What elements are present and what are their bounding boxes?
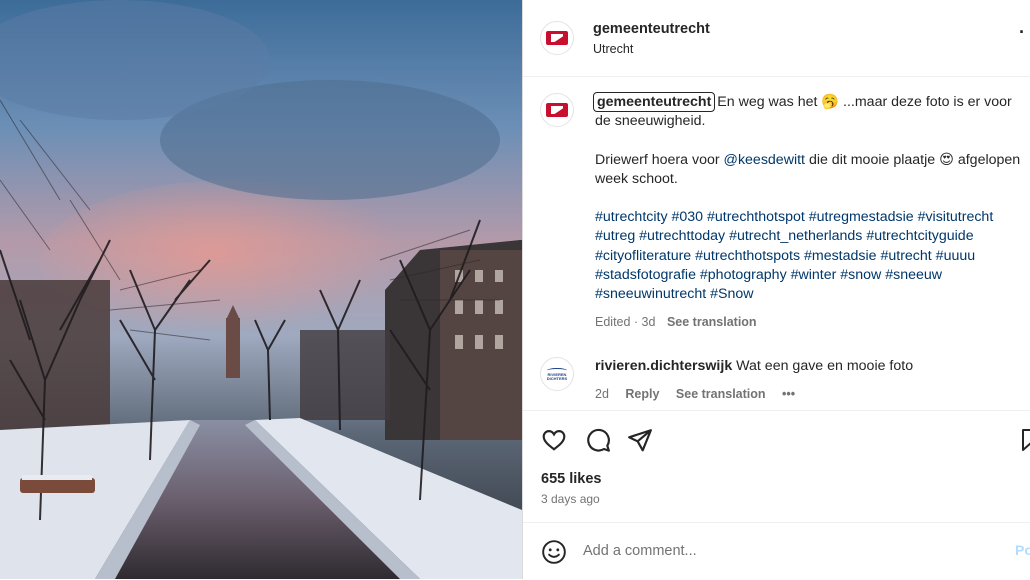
comment-meta: 2d Reply See translation ••• <box>595 387 808 401</box>
hashtags[interactable]: #utrechtcity #030 #utrechthotspot #utreg… <box>595 208 1027 304</box>
mention-link[interactable]: @keesdewitt <box>724 152 805 168</box>
author-avatar[interactable] <box>540 21 574 55</box>
yawning-emoji: 🥱 <box>821 94 840 110</box>
more-options-icon[interactable]: · <box>1019 22 1026 43</box>
edited-label: Edited · 3d <box>595 315 656 329</box>
avatar-line-2: DICHTERS <box>546 375 568 381</box>
post-location[interactable]: Utrecht <box>593 42 633 56</box>
reply-button[interactable]: Reply <box>625 387 659 401</box>
caption-text: gemeenteutrecht En weg was het 🥱 ...maar… <box>592 92 1027 324</box>
post-photo[interactable] <box>0 0 522 579</box>
post-header: gemeenteutrecht Utrecht · <box>523 0 1030 77</box>
commenter-username[interactable]: rivieren.dichterswijk <box>595 358 732 374</box>
comment-see-translation-button[interactable]: See translation <box>676 387 766 401</box>
post-panel: gemeenteutrecht Utrecht · gemeenteutrech… <box>522 0 1030 579</box>
comment-body: Wat een gave en mooie foto <box>736 358 914 374</box>
bookmark-icon[interactable] <box>1021 427 1030 453</box>
utrecht-logo <box>546 103 568 117</box>
caption-paragraph-2: Driewerf hoera voor @keesdewitt die dit … <box>595 151 1027 190</box>
caption-username[interactable]: gemeenteutrecht <box>592 92 716 112</box>
comment-more-icon[interactable]: ••• <box>782 387 795 401</box>
heart-icon[interactable] <box>541 427 567 453</box>
heart-eyes-emoji: 😍 <box>939 151 954 168</box>
add-comment-bar: Po <box>523 522 1030 580</box>
action-bar <box>523 410 1030 467</box>
author-username[interactable]: gemeenteutrecht <box>593 21 710 37</box>
comment-text: rivieren.dichterswijk Wat een gave en mo… <box>595 358 913 374</box>
see-translation-button[interactable]: See translation <box>667 315 757 329</box>
caption-avatar[interactable] <box>540 93 574 127</box>
comment-time: 2d <box>595 387 609 401</box>
caption-meta: Edited · 3d See translation <box>595 315 757 329</box>
rivieren-dichters-logo: RIVIEREN DICHTERS <box>545 367 569 381</box>
photo-canvas <box>0 0 522 579</box>
caption-text-2b: die dit mooie plaatje <box>808 151 936 168</box>
post-timestamp: 3 days ago <box>541 492 600 506</box>
speech-bubble-icon[interactable] <box>585 427 611 453</box>
post-comment-button[interactable]: Po <box>1015 542 1030 558</box>
smiley-icon[interactable] <box>541 539 567 565</box>
likes-count[interactable]: 655 likes <box>541 471 601 487</box>
paper-plane-icon[interactable] <box>627 427 653 453</box>
comment-input[interactable] <box>583 540 1003 562</box>
caption-text-1a: En weg was het <box>717 94 818 110</box>
caption-text-2a: Driewerf hoera voor <box>595 151 720 168</box>
commenter-avatar[interactable]: RIVIEREN DICHTERS <box>540 357 574 391</box>
utrecht-logo <box>546 31 568 45</box>
caption-paragraph-1: gemeenteutrecht En weg was het 🥱 ...maar… <box>592 92 1027 132</box>
